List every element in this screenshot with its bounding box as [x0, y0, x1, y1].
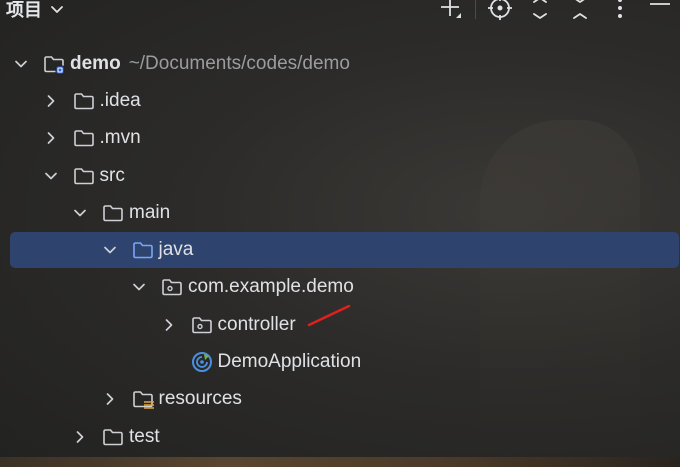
tree-node-demo-application[interactable]: DemoApplication [0, 343, 680, 380]
tree-node-label: .mvn [99, 127, 141, 149]
tree-node-mvn[interactable]: .mvn [0, 120, 680, 157]
chevron-down-icon [51, 6, 63, 13]
chevron-down-icon[interactable] [102, 242, 118, 258]
background-decoration-bottom [0, 457, 680, 467]
source-folder-icon [132, 242, 153, 259]
project-view-title: 项目 [6, 0, 42, 21]
tree-node-idea[interactable]: .idea [0, 82, 680, 119]
chevron-right-icon[interactable] [72, 429, 88, 445]
hide-window-button[interactable] [640, 0, 680, 22]
collapse-all-icon [573, 0, 587, 19]
chevron-right-icon[interactable] [43, 130, 59, 146]
project-toolbar [431, 0, 680, 22]
tree-node-java[interactable]: java [0, 231, 680, 269]
expand-all-button[interactable] [520, 0, 560, 22]
project-path: ~/Documents/codes/demo [128, 52, 350, 74]
chevron-down-icon[interactable] [131, 279, 147, 295]
chevron-right-icon[interactable] [161, 317, 177, 333]
folder-icon [103, 428, 123, 445]
chevron-down-icon[interactable] [13, 56, 29, 72]
folder-icon [103, 205, 123, 222]
chevron-right-icon[interactable] [102, 391, 118, 407]
tree-node-label: DemoApplication [217, 351, 362, 373]
add-icon [441, 0, 461, 18]
expand-all-icon [533, 0, 547, 19]
toolbar-divider [475, 0, 476, 19]
project-view-selector[interactable]: 项目 [6, 0, 64, 22]
tree-node-resources[interactable]: resources [0, 381, 680, 418]
tree-node-label: java [158, 239, 194, 261]
tree-node-label: main [129, 201, 171, 223]
tree-node-label: test [129, 425, 160, 447]
package-icon [162, 279, 182, 296]
minimize-icon [650, 3, 670, 5]
project-tool-window-header: 项目 [0, 0, 680, 24]
chevron-down-icon[interactable] [72, 205, 88, 221]
tree-node-label: com.example.demo [188, 276, 354, 298]
tree-node-label: resources [158, 388, 242, 410]
options-menu-button[interactable] [600, 0, 640, 22]
package-icon [191, 316, 212, 334]
tree-node-label: src [99, 164, 125, 186]
spring-boot-app-icon [191, 352, 212, 373]
folder-icon [73, 167, 94, 184]
tree-node-demo[interactable]: demo ~/Documents/codes/demo [0, 45, 680, 82]
folder-icon [73, 130, 94, 147]
project-tree: demo ~/Documents/codes/demo .idea .mvn src ma… [0, 45, 680, 455]
more-vertical-icon [618, 0, 622, 18]
tree-node-label: .idea [99, 89, 141, 111]
chevron-down-icon[interactable] [43, 168, 59, 184]
crosshair-icon [488, 0, 512, 20]
tree-node-label: controller [217, 313, 296, 335]
locate-file-button[interactable] [480, 0, 520, 22]
tree-node-main[interactable]: main [0, 194, 680, 231]
red-annotation-stroke [307, 304, 351, 327]
folder-icon [73, 93, 94, 110]
tree-node-test[interactable]: test [0, 418, 680, 455]
module-folder-icon [44, 55, 65, 75]
tree-node-com-example-demo[interactable]: com.example.demo [0, 269, 680, 306]
tree-node-src[interactable]: src [0, 157, 680, 194]
resources-folder-icon [132, 391, 154, 410]
new-file-button[interactable] [431, 0, 471, 22]
collapse-all-button[interactable] [560, 0, 600, 22]
tree-node-label: demo [70, 52, 121, 74]
chevron-right-icon[interactable] [43, 93, 59, 109]
